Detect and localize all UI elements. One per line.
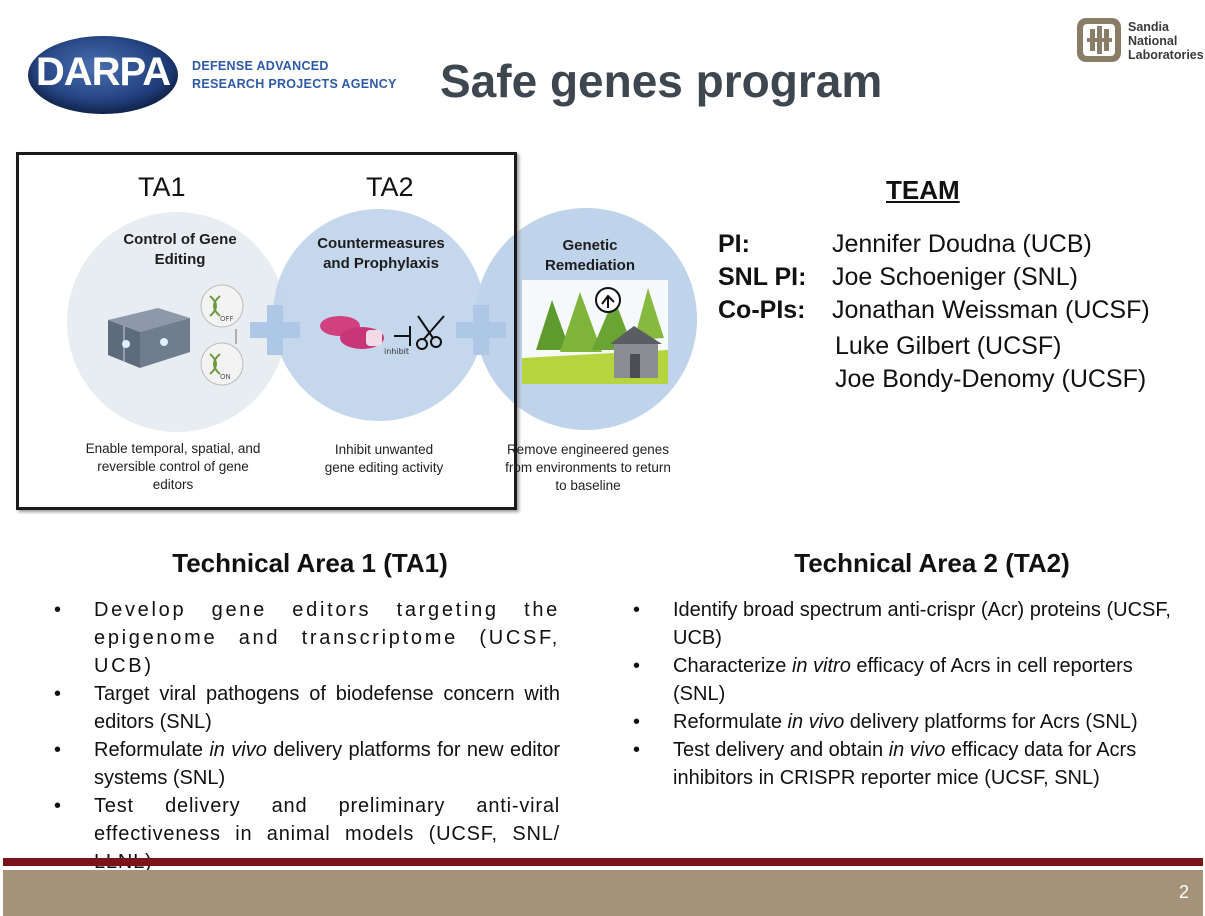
ta2-heading: Technical Area 2 (TA2) bbox=[794, 548, 1070, 578]
team-member-name: Jennifer Doudna (UCB) bbox=[832, 230, 1092, 258]
team-member-name: Jonathan Weissman (UCSF) bbox=[832, 296, 1150, 324]
ta2-label: TA2 bbox=[366, 172, 414, 202]
circle3-description: Remove engineered genes from environments… bbox=[505, 442, 671, 493]
list-item: • Identify broad spectrum anti-crispr (Ac… bbox=[633, 599, 1171, 649]
team-role: SNL PI: bbox=[718, 263, 807, 291]
svg-text:inhibit: inhibit bbox=[384, 347, 409, 356]
team-member-name: Luke Gilbert (UCSF) bbox=[835, 332, 1062, 360]
landscape-house-icon bbox=[522, 280, 668, 384]
list-item: • Reformulate in vivo delivery platforms … bbox=[633, 711, 1138, 733]
list-item: • Target viral pathogens of biodefense co… bbox=[54, 683, 560, 733]
sandia-name-line2: National bbox=[1128, 34, 1178, 48]
list-item: • Test delivery and obtain in vivo effica… bbox=[633, 739, 1137, 789]
circle1-title: Control of Gene Editing bbox=[123, 231, 237, 268]
agency-name-line2: RESEARCH PROJECTS AGENCY bbox=[192, 77, 397, 91]
agency-name-line1: DEFENSE ADVANCED bbox=[192, 59, 329, 73]
team-heading: TEAM bbox=[886, 175, 960, 205]
slide-title: Safe genes program bbox=[440, 55, 883, 107]
sandia-logo-icon bbox=[1077, 18, 1121, 62]
circle1-description: Enable temporal, spatial, and reversible … bbox=[85, 441, 261, 492]
svg-text:ON: ON bbox=[220, 373, 231, 381]
genome-cube-icon bbox=[108, 308, 190, 368]
inhibitor-scissors-icon: inhibit bbox=[320, 315, 445, 356]
list-item: • Characterize in vitro efficacy of Acrs … bbox=[633, 655, 1133, 705]
darpa-logo-text: DARPA bbox=[35, 50, 171, 94]
ta1-label: TA1 bbox=[138, 172, 186, 202]
circle3-title: Genetic Remediation bbox=[544, 237, 635, 274]
footer-bar bbox=[3, 870, 1203, 916]
team-member-name: Joe Schoeniger (SNL) bbox=[832, 263, 1078, 291]
team-role: Co-PIs: bbox=[718, 296, 806, 324]
dna-switch-icon: OFF ON bbox=[200, 284, 244, 386]
ta1-bullet-list: • Develop gene editors targeting the epig… bbox=[54, 596, 560, 876]
ta1-heading: Technical Area 1 (TA1) bbox=[172, 548, 448, 578]
circle2-title: Countermeasures and Prophylaxis bbox=[317, 235, 445, 272]
circle2-description: Inhibit unwanted gene editing activity bbox=[324, 442, 444, 475]
list-item: • Develop gene editors targeting the epig… bbox=[54, 599, 560, 677]
sandia-name-line1: Sandia bbox=[1128, 20, 1169, 34]
list-item: • Reformulate in vivo delivery platforms … bbox=[54, 739, 560, 789]
sandia-name-line3: Laboratories bbox=[1128, 48, 1204, 62]
ta2-bullet-list: • Identify broad spectrum anti-crispr (Ac… bbox=[633, 596, 1178, 792]
page-number: 2 bbox=[1178, 882, 1189, 902]
team-member-name: Joe Bondy-Denomy (UCSF) bbox=[835, 365, 1147, 393]
team-role: PI: bbox=[718, 230, 750, 258]
svg-text:OFF: OFF bbox=[220, 315, 234, 323]
footer-rule bbox=[3, 858, 1203, 866]
